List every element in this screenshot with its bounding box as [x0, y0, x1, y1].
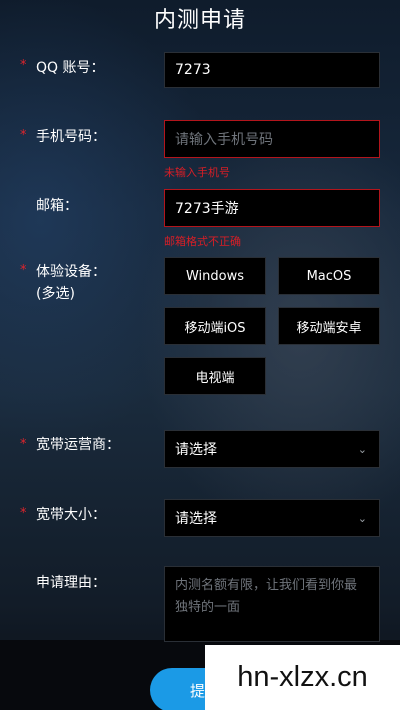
required-mark: * [20, 437, 27, 452]
device-option-windows[interactable]: Windows [164, 257, 266, 295]
required-mark: * [20, 128, 27, 143]
email-input[interactable]: 7273手游 [164, 189, 380, 227]
page-title: 内测申请 [153, 8, 246, 33]
reason-label: 申请理由： [36, 575, 106, 591]
devices-label: 体验设备： [36, 264, 106, 280]
bandwidth-select[interactable]: 请选择 ⌄ [164, 499, 380, 537]
phone-placeholder: 请输入手机号码 [175, 132, 273, 148]
bandwidth-label: 宽带大小： [36, 507, 106, 523]
device-option-tv[interactable]: 电视端 [164, 357, 266, 395]
watermark: hn-xlzx.cn [205, 645, 400, 710]
phone-error: 未输入手机号 [164, 166, 230, 179]
reason-placeholder: 内测名额有限，让我们看到你最独特的一面 [175, 578, 358, 615]
devices-sublabel: (多选) [36, 286, 75, 302]
email-label: 邮箱： [36, 198, 78, 214]
qq-value: 7273 [175, 62, 211, 78]
phone-label: 手机号码： [36, 129, 106, 145]
device-option-macos[interactable]: MacOS [278, 257, 380, 295]
qq-input[interactable]: 7273 [164, 52, 380, 88]
chevron-down-icon: ⌄ [357, 511, 367, 525]
isp-value: 请选择 [175, 442, 217, 458]
required-mark: * [20, 58, 27, 73]
qq-label: QQ 账号： [36, 60, 105, 76]
email-value: 7273手游 [175, 201, 239, 217]
required-mark: * [20, 506, 27, 521]
email-error: 邮箱格式不正确 [164, 235, 241, 248]
chevron-down-icon: ⌄ [357, 442, 367, 456]
device-option-android[interactable]: 移动端安卓 [278, 307, 380, 345]
required-mark: * [20, 263, 27, 278]
isp-select[interactable]: 请选择 ⌄ [164, 430, 380, 468]
reason-textarea[interactable]: 内测名额有限，让我们看到你最独特的一面 [164, 566, 380, 642]
bandwidth-value: 请选择 [175, 511, 217, 527]
isp-label: 宽带运营商： [36, 437, 120, 453]
device-option-ios[interactable]: 移动端iOS [164, 307, 266, 345]
phone-input[interactable]: 请输入手机号码 [164, 120, 380, 158]
